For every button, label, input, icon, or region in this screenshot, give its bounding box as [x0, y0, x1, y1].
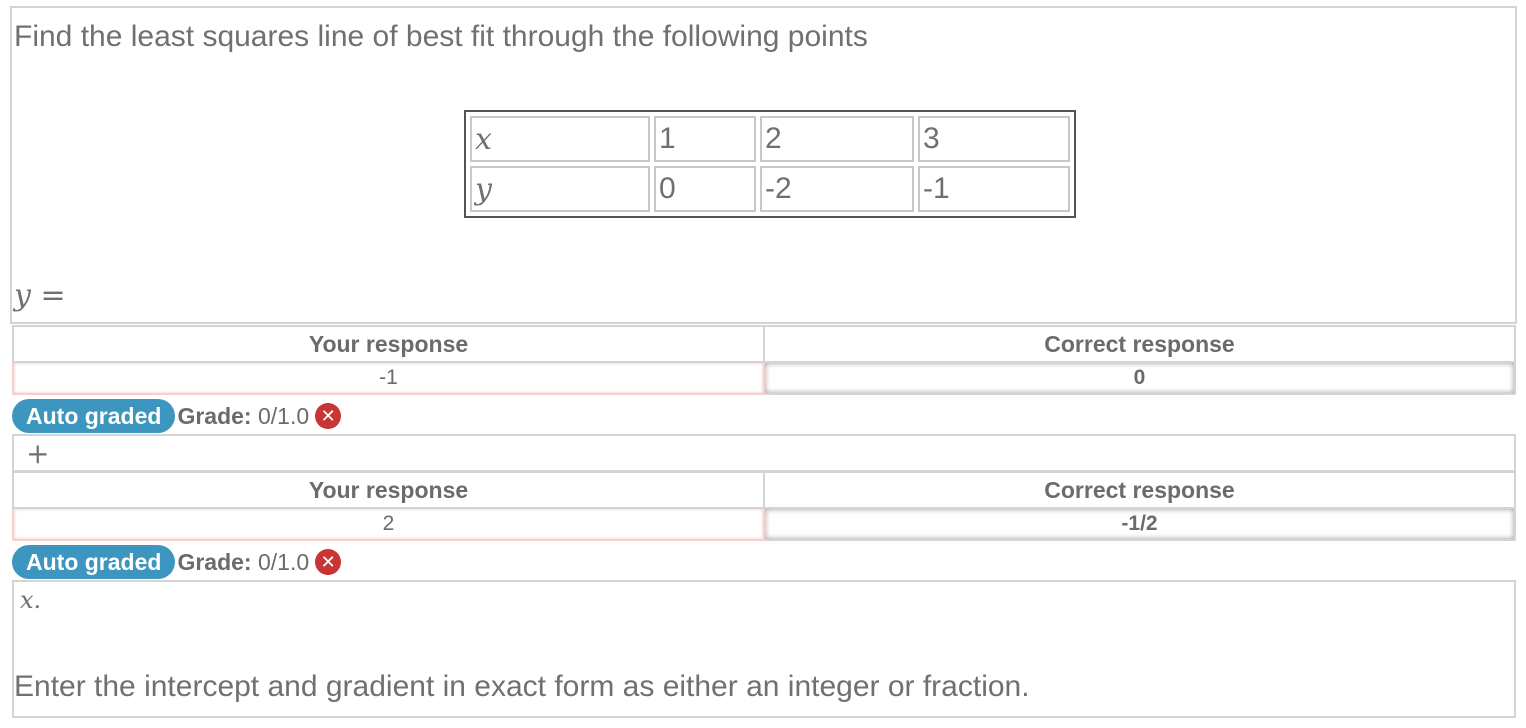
y-value-1: 0 — [654, 166, 756, 212]
correct-response-header: Correct response — [763, 325, 1516, 363]
your-response-value: 2 — [12, 507, 765, 541]
x-value-2: 2 — [760, 116, 914, 162]
grade-row-1: Auto graded Grade: 0/1.0 ✕ — [12, 399, 342, 433]
points-table: x 1 2 3 y 0 -2 -1 — [464, 110, 1076, 218]
grade-label: Grade: — [177, 402, 252, 429]
table-row: x 1 2 3 — [470, 116, 1070, 162]
x-value-3: 3 — [918, 116, 1070, 162]
your-response-header: Your response — [12, 471, 765, 509]
grade-text: Grade: 0/1.0 — [177, 403, 309, 430]
instruction-text: Enter the intercept and gradient in exac… — [14, 670, 1030, 703]
correct-response-value: -1/2 — [763, 507, 1516, 541]
plus-sign: + — [26, 437, 50, 470]
response-table-2: Your response Correct response 2 -1/2 — [12, 471, 1516, 541]
correct-response-value: 0 — [763, 361, 1516, 395]
y-value-2: -2 — [760, 166, 914, 212]
auto-graded-badge: Auto graded — [12, 399, 176, 433]
auto-graded-badge: Auto graded — [12, 545, 176, 579]
response-table-1: Your response Correct response -1 0 — [12, 325, 1516, 395]
grade-value: 0/1.0 — [257, 402, 310, 429]
answer-prefix: y = — [14, 278, 66, 313]
connector-box — [12, 434, 1516, 472]
grade-row-2: Auto graded Grade: 0/1.0 ✕ — [12, 545, 342, 579]
incorrect-icon: ✕ — [315, 549, 342, 575]
question-prompt: Find the least squares line of best fit … — [14, 20, 868, 53]
grade-label: Grade: — [177, 548, 252, 575]
correct-response-header: Correct response — [763, 471, 1516, 509]
your-response-header: Your response — [12, 325, 765, 363]
y-value-3: -1 — [918, 166, 1070, 212]
your-response-value: -1 — [12, 361, 765, 395]
grade-value: 0/1.0 — [257, 548, 310, 575]
grade-text: Grade: 0/1.0 — [177, 549, 309, 576]
incorrect-icon: ✕ — [315, 403, 342, 429]
table-row: y 0 -2 -1 — [470, 166, 1070, 212]
x-value-1: 1 — [654, 116, 756, 162]
y-label: y — [470, 166, 650, 212]
x-suffix: x. — [20, 586, 42, 614]
x-label: x — [470, 116, 650, 162]
